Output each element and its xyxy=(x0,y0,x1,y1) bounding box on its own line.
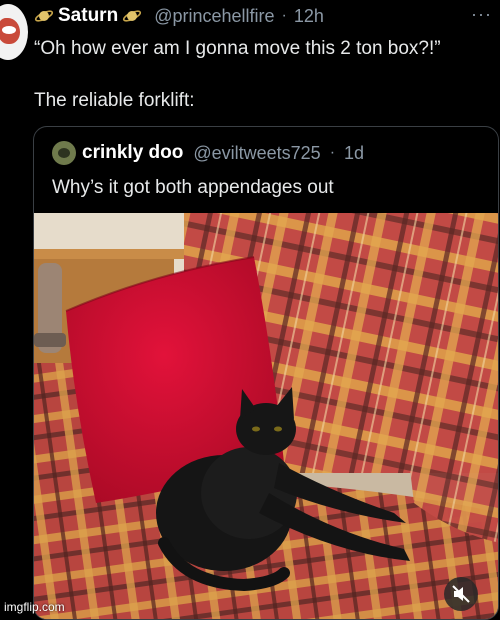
separator-dot: · xyxy=(281,7,287,24)
tweet-header: Saturn @princehellfire · 12h xyxy=(34,4,324,28)
author-handle[interactable]: @princehellfire xyxy=(154,6,274,27)
cat-photo[interactable] xyxy=(34,213,499,620)
quoted-author-avatar[interactable] xyxy=(52,141,76,165)
watermark: imgflip.com xyxy=(4,600,65,614)
tweet-text: “Oh how ever am I gonna move this 2 ton … xyxy=(34,38,441,59)
quoted-tweet-text: Why’s it got both appendages out xyxy=(52,177,334,198)
tweet-timestamp[interactable]: 12h xyxy=(294,6,324,27)
quoted-author-name[interactable]: crinkly doo xyxy=(82,142,183,164)
tweet-caption: The reliable forklift: xyxy=(34,90,195,111)
saturn-icon xyxy=(34,10,54,22)
quoted-tweet[interactable]: crinkly doo @eviltweets725 · 1d Why’s it… xyxy=(33,126,499,620)
quoted-author-handle[interactable]: @eviltweets725 xyxy=(193,143,320,164)
saturn-icon xyxy=(123,10,142,22)
quoted-tweet-header: crinkly doo @eviltweets725 · 1d xyxy=(52,141,364,165)
author-avatar[interactable] xyxy=(0,4,28,60)
more-options-icon[interactable]: ··· xyxy=(471,4,492,25)
author-name[interactable]: Saturn xyxy=(58,5,118,27)
mute-icon[interactable] xyxy=(444,577,478,611)
quoted-tweet-timestamp[interactable]: 1d xyxy=(344,143,364,164)
separator-dot: · xyxy=(329,144,336,161)
